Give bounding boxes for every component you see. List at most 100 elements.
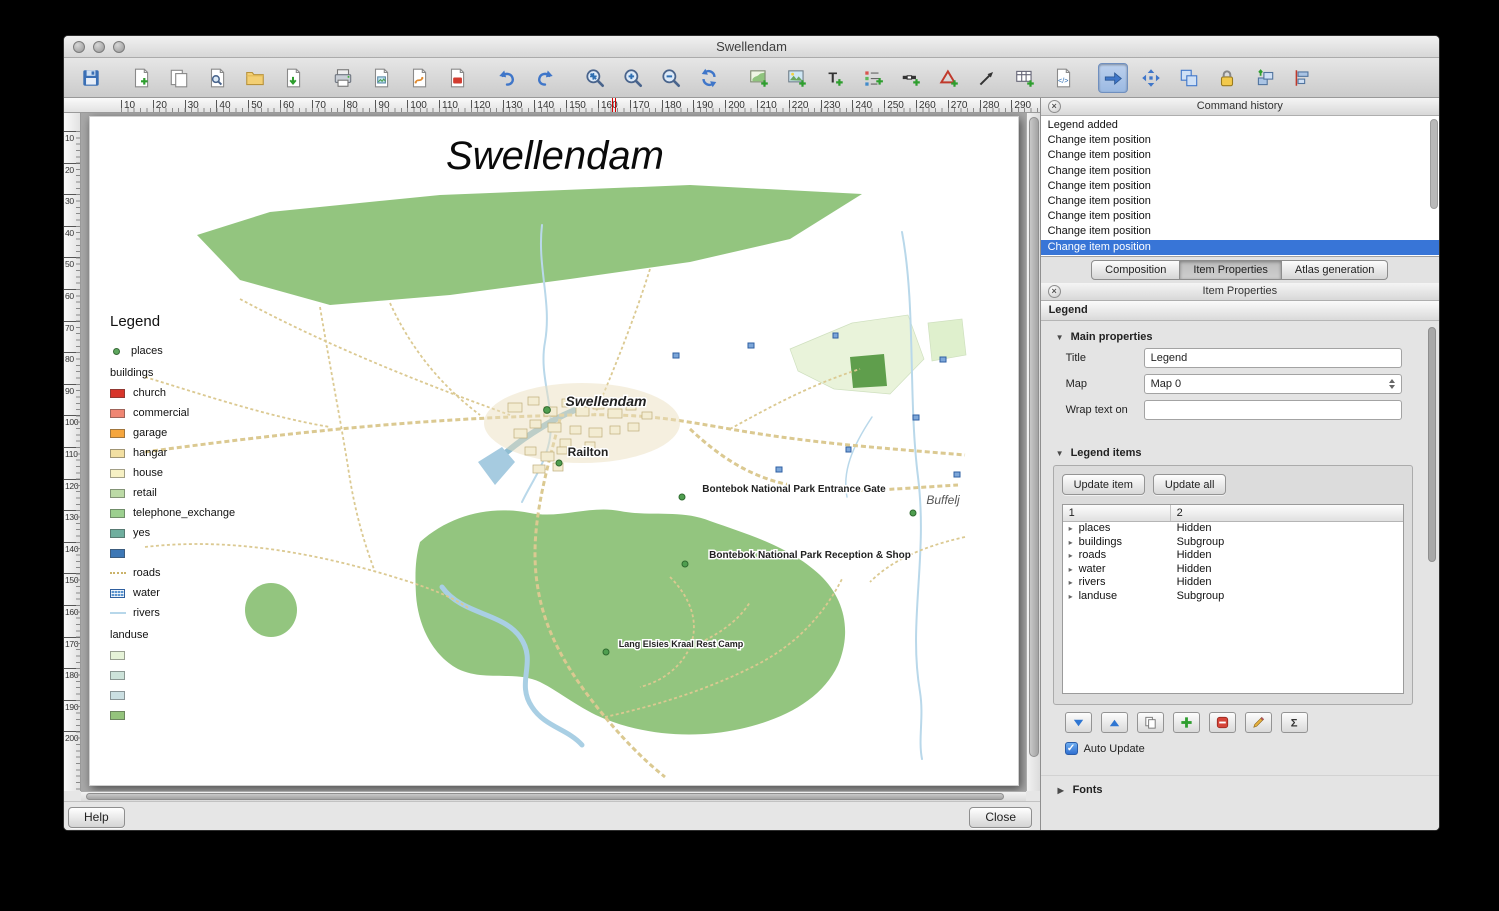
save-as-template-button[interactable] bbox=[278, 63, 308, 93]
move-item-up-button[interactable] bbox=[1101, 712, 1128, 733]
main-properties-section-header[interactable]: ▼ Main properties bbox=[1056, 331, 1439, 343]
history-item[interactable]: Legend added bbox=[1041, 118, 1439, 133]
align-items-button[interactable] bbox=[1288, 63, 1318, 93]
help-button[interactable]: Help bbox=[68, 807, 125, 828]
zoom-full-button[interactable] bbox=[580, 63, 610, 93]
move-item-down-button[interactable] bbox=[1065, 712, 1092, 733]
add-label-button[interactable]: T bbox=[820, 63, 850, 93]
expand-triangle-icon[interactable]: ▸ bbox=[1063, 563, 1079, 577]
wrap-text-input[interactable] bbox=[1144, 400, 1402, 420]
legend-item-row[interactable]: ▸roadsHidden bbox=[1063, 549, 1403, 563]
expand-triangle-icon[interactable]: ▸ bbox=[1063, 549, 1079, 563]
window-minimize-button[interactable] bbox=[93, 41, 105, 53]
redo-button[interactable] bbox=[530, 63, 560, 93]
legend-item-row[interactable]: ▸riversHidden bbox=[1063, 576, 1403, 590]
add-scalebar-button[interactable] bbox=[896, 63, 926, 93]
window-zoom-button[interactable] bbox=[113, 41, 125, 53]
legend-title-input[interactable] bbox=[1144, 348, 1402, 368]
legend-item-row[interactable]: ▸landuseSubgroup bbox=[1063, 590, 1403, 604]
expand-triangle-icon[interactable]: ▸ bbox=[1063, 536, 1079, 550]
map-select-dropdown[interactable]: Map 0 bbox=[1144, 374, 1402, 394]
canvas-viewport[interactable]: Swellendam bbox=[81, 113, 1026, 791]
color-swatch-icon bbox=[110, 489, 125, 498]
print-button[interactable] bbox=[328, 63, 358, 93]
history-item[interactable]: Change item position bbox=[1041, 224, 1439, 239]
panel-scrollbar-thumb[interactable] bbox=[1428, 327, 1436, 562]
fonts-section-header[interactable]: ▶ Fonts bbox=[1041, 775, 1439, 796]
add-map-button[interactable] bbox=[744, 63, 774, 93]
vruler-mark: 140 bbox=[64, 542, 80, 554]
history-item[interactable]: Change item position bbox=[1041, 209, 1439, 224]
update-item-button[interactable]: Update item bbox=[1062, 474, 1145, 495]
refresh-view-button[interactable] bbox=[694, 63, 724, 93]
history-item[interactable]: Change item position bbox=[1041, 179, 1439, 194]
add-table-button[interactable] bbox=[1010, 63, 1040, 93]
disclosure-right-icon: ▶ bbox=[1058, 786, 1067, 795]
expand-triangle-icon[interactable]: ▸ bbox=[1063, 522, 1079, 536]
legend-items-table[interactable]: 1 2 ▸placesHidden▸buildingsSubgroup▸road… bbox=[1062, 504, 1404, 694]
load-template-button[interactable] bbox=[240, 63, 270, 93]
history-item[interactable]: Change item position bbox=[1041, 148, 1439, 163]
export-image-button[interactable] bbox=[366, 63, 396, 93]
history-scrollbar-thumb[interactable] bbox=[1430, 119, 1438, 209]
tab-item-properties[interactable]: Item Properties bbox=[1180, 260, 1282, 280]
vertical-scrollbar-thumb[interactable] bbox=[1029, 117, 1039, 757]
expand-triangle-icon[interactable]: ▸ bbox=[1063, 590, 1079, 604]
add-legend-button[interactable] bbox=[858, 63, 888, 93]
road-symbol-icon bbox=[110, 572, 126, 574]
count-features-button[interactable]: Σ bbox=[1281, 712, 1308, 733]
select-move-item-button[interactable] bbox=[1098, 63, 1128, 93]
window-close-button[interactable] bbox=[73, 41, 85, 53]
history-item[interactable]: Change item position bbox=[1041, 164, 1439, 179]
legend-item-row[interactable]: ▸placesHidden bbox=[1063, 522, 1403, 536]
add-item-button[interactable] bbox=[1173, 712, 1200, 733]
move-content-button[interactable] bbox=[1136, 63, 1166, 93]
color-swatch-icon bbox=[110, 409, 125, 418]
hruler-mark: 220 bbox=[789, 100, 809, 112]
column-1-header[interactable]: 1 bbox=[1063, 505, 1171, 521]
column-2-header[interactable]: 2 bbox=[1171, 505, 1403, 521]
add-shape-button[interactable] bbox=[934, 63, 964, 93]
expand-triangle-icon[interactable]: ▸ bbox=[1063, 576, 1079, 590]
horizontal-scrollbar[interactable] bbox=[81, 791, 1026, 801]
group-items-button[interactable] bbox=[1174, 63, 1204, 93]
raise-items-button[interactable] bbox=[1250, 63, 1280, 93]
composer-manager-button[interactable] bbox=[202, 63, 232, 93]
new-composer-button[interactable] bbox=[126, 63, 156, 93]
zoom-in-button[interactable] bbox=[618, 63, 648, 93]
lock-items-button[interactable] bbox=[1212, 63, 1242, 93]
export-pdf-button[interactable] bbox=[442, 63, 472, 93]
close-panel-icon[interactable]: × bbox=[1048, 285, 1061, 298]
tab-atlas-generation[interactable]: Atlas generation bbox=[1282, 260, 1389, 280]
undo-button[interactable] bbox=[492, 63, 522, 93]
history-item[interactable]: Change item position bbox=[1041, 240, 1439, 255]
update-all-button[interactable]: Update all bbox=[1153, 474, 1227, 495]
titlebar[interactable]: Swellendam bbox=[64, 36, 1439, 58]
auto-update-checkbox[interactable]: ✓ bbox=[1065, 742, 1078, 755]
composition-page[interactable]: Swellendam bbox=[89, 116, 1019, 786]
legend-items-section-header[interactable]: ▼ Legend items bbox=[1056, 447, 1439, 459]
close-button[interactable]: Close bbox=[969, 807, 1032, 828]
command-history-title: Command history bbox=[1197, 100, 1283, 112]
tab-composition[interactable]: Composition bbox=[1091, 260, 1180, 280]
edit-item-button[interactable] bbox=[1245, 712, 1272, 733]
duplicate-composer-button[interactable] bbox=[164, 63, 194, 93]
history-item[interactable]: Change item position bbox=[1041, 133, 1439, 148]
close-panel-icon[interactable]: × bbox=[1048, 100, 1061, 113]
horizontal-scrollbar-thumb[interactable] bbox=[86, 793, 1004, 800]
add-html-button[interactable]: </> bbox=[1048, 63, 1078, 93]
hruler-mark: 80 bbox=[344, 100, 358, 112]
zoom-out-button[interactable] bbox=[656, 63, 686, 93]
add-image-button[interactable] bbox=[782, 63, 812, 93]
legend-items-table-header[interactable]: 1 2 bbox=[1063, 505, 1403, 522]
legend-item-row[interactable]: ▸waterHidden bbox=[1063, 563, 1403, 577]
legend-item[interactable]: Legend placesbuildingschurchcommercialga… bbox=[110, 313, 290, 725]
legend-item-row[interactable]: ▸buildingsSubgroup bbox=[1063, 536, 1403, 550]
paste-item-button[interactable] bbox=[1137, 712, 1164, 733]
export-svg-button[interactable] bbox=[404, 63, 434, 93]
history-item[interactable]: Change item position bbox=[1041, 194, 1439, 209]
add-arrow-button[interactable] bbox=[972, 63, 1002, 93]
save-icon bbox=[80, 67, 102, 89]
remove-item-button[interactable] bbox=[1209, 712, 1236, 733]
save-button[interactable] bbox=[76, 63, 106, 93]
